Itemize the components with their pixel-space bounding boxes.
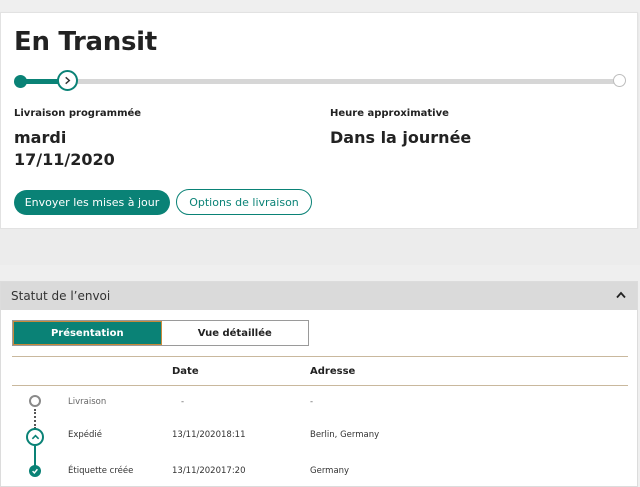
timeline-dotted-connector bbox=[34, 409, 36, 429]
check-icon bbox=[32, 468, 38, 474]
scheduled-delivery-day: mardi bbox=[14, 128, 67, 147]
shipment-section-title: Statut de l’envoi bbox=[11, 289, 111, 303]
event-address: Germany bbox=[310, 466, 350, 476]
shipment-section-header[interactable]: Statut de l’envoi bbox=[1, 282, 637, 310]
event-status: Étiquette créée bbox=[68, 466, 134, 476]
event-status: Livraison bbox=[68, 397, 107, 407]
chevron-up-icon bbox=[31, 434, 39, 440]
progress-track bbox=[20, 79, 620, 84]
scheduled-delivery-label: Livraison programmée bbox=[14, 108, 142, 119]
timeline-pending-marker bbox=[29, 395, 41, 407]
chevron-right-icon bbox=[65, 76, 71, 85]
view-toggle: Présentation Vue détaillée bbox=[12, 320, 309, 346]
progress-current-step bbox=[57, 70, 78, 91]
section-divider bbox=[0, 229, 640, 265]
delivery-options-button[interactable]: Options de livraison bbox=[176, 189, 312, 215]
event-date: 13/11/2020 bbox=[172, 466, 221, 476]
column-header-date: Date bbox=[172, 366, 199, 377]
timeline-done-marker bbox=[29, 465, 41, 477]
progress-start-dot bbox=[14, 75, 27, 88]
approx-time-label: Heure approximative bbox=[330, 108, 449, 119]
event-time: 17:20 bbox=[221, 466, 246, 476]
event-date: - bbox=[181, 397, 185, 407]
send-updates-button[interactable]: Envoyer les mises à jour bbox=[14, 190, 170, 215]
column-header-address: Adresse bbox=[310, 366, 356, 377]
table-header-rule bbox=[12, 385, 628, 386]
page-title: En Transit bbox=[14, 27, 157, 57]
tab-overview[interactable]: Présentation bbox=[13, 321, 162, 345]
tab-detailed-view[interactable]: Vue détaillée bbox=[161, 321, 308, 345]
shipment-status-card: Statut de l’envoi Présentation Vue détai… bbox=[0, 281, 638, 487]
chevron-up-icon[interactable] bbox=[615, 290, 627, 300]
event-time: 18:11 bbox=[221, 430, 246, 440]
event-address: - bbox=[310, 397, 314, 407]
event-date: 13/11/2020 bbox=[172, 430, 221, 440]
timeline-current-marker bbox=[26, 428, 44, 446]
approx-time-value: Dans la journée bbox=[330, 128, 472, 147]
progress-end-dot bbox=[613, 74, 626, 87]
timeline-solid-connector bbox=[34, 446, 36, 466]
event-address: Berlin, Germany bbox=[310, 430, 380, 440]
scheduled-delivery-date: 17/11/2020 bbox=[14, 150, 115, 169]
table-top-rule bbox=[12, 356, 628, 357]
event-status: Expédié bbox=[68, 430, 103, 440]
